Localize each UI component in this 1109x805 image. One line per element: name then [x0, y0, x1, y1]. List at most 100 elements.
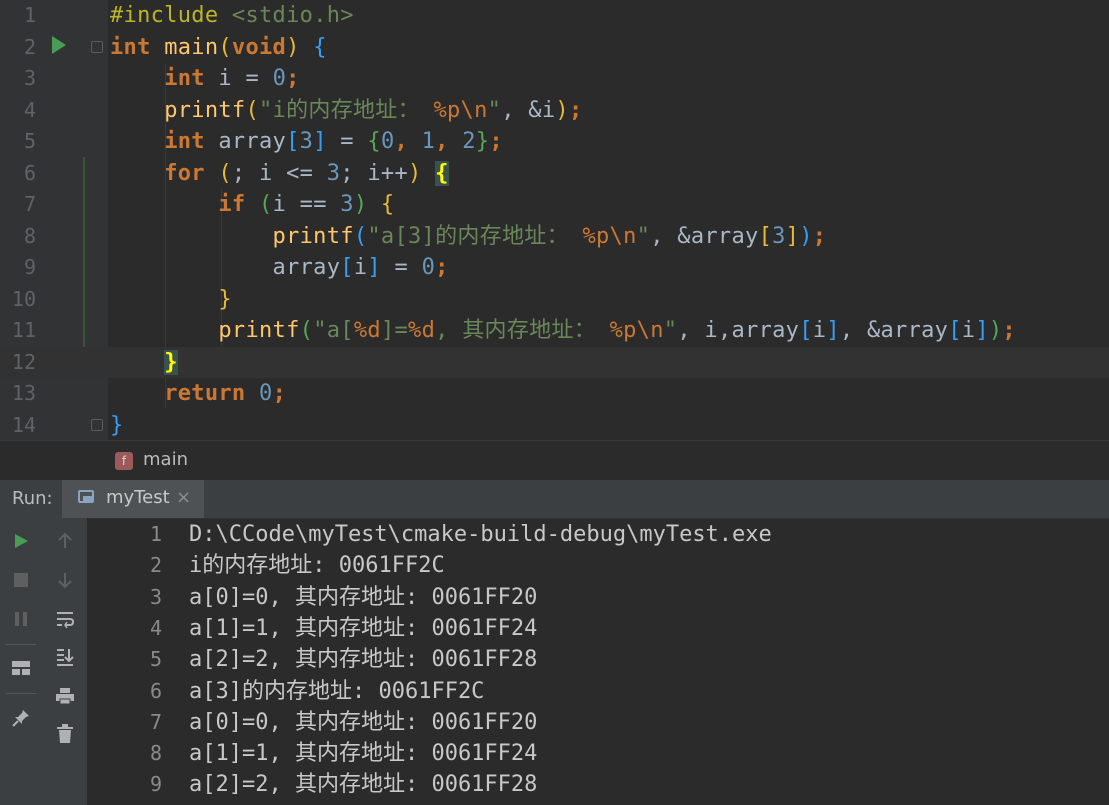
comma: , [394, 129, 422, 154]
code-text: i == [272, 192, 341, 217]
paren: ) [555, 97, 569, 123]
run-toolbar-secondary [43, 518, 88, 805]
number-literal: 1 [421, 129, 436, 154]
keyword: if [218, 192, 246, 217]
code-text: i [812, 318, 827, 343]
paren: ( [245, 192, 273, 217]
bracket: ] [367, 255, 381, 280]
trash-icon[interactable] [50, 719, 80, 749]
console-line: 4 a[1]=1, 其内存地址: 0061FF24 [88, 613, 1109, 644]
scroll-to-end-icon[interactable] [50, 642, 80, 672]
paren: ( [204, 160, 232, 186]
number-literal: 0 [259, 381, 273, 406]
console-line-text: a[0]=0, 其内存地址: 0061FF20 [189, 709, 538, 735]
bracket: [ [286, 129, 300, 154]
console-line-text: a[0]=0, 其内存地址: 0061FF20 [189, 584, 538, 610]
bracket: ] [826, 318, 840, 343]
code-text: = [326, 129, 368, 154]
function-icon: f [115, 452, 133, 470]
code-line: 6 for (; i <= 3; i++) { [0, 158, 1109, 190]
format-specifier: %p\n [419, 97, 488, 123]
code-line: 7 if (i == 3) { [0, 189, 1109, 221]
close-icon[interactable]: × [176, 487, 191, 508]
paren: ( [299, 318, 314, 343]
keyword: int [164, 129, 205, 154]
console-line-text: a[2]=2, 其内存地址: 0061FF28 [189, 772, 538, 798]
console-line-number: 2 [149, 553, 162, 578]
semicolon: ; [489, 129, 503, 154]
console-line-number: 7 [149, 709, 162, 734]
console-line: 9 a[2]=2, 其内存地址: 0061FF28 [88, 769, 1109, 800]
comma: , [435, 129, 463, 154]
console-line-text: a[3]的内存地址: 0061FF2C [189, 678, 485, 704]
layout-icon[interactable] [6, 653, 36, 683]
line-number: 2 [23, 34, 36, 59]
code-line: 14 } [0, 410, 1109, 442]
bracket: [ [948, 318, 962, 343]
print-icon[interactable] [50, 681, 80, 711]
keyword: for [164, 160, 205, 186]
paren: ( [218, 34, 232, 60]
line-number: 11 [11, 318, 36, 342]
tab-mytest[interactable]: myTest × [62, 480, 204, 518]
semicolon: ; [1002, 318, 1016, 343]
down-arrow-icon[interactable] [50, 565, 80, 595]
string-literal: 的内存地址： [286, 97, 420, 123]
code-line: 4 printf("i的内存地址： %p\n", &i); [0, 95, 1109, 127]
preprocessor-token: #include [110, 3, 219, 28]
format-specifier: %p\n [568, 223, 637, 249]
string-literal: " [487, 97, 502, 123]
console-line: 3 a[0]=0, 其内存地址: 0061FF20 [88, 582, 1109, 613]
format-specifier: %d [353, 318, 381, 343]
rerun-icon[interactable] [6, 526, 36, 556]
console-line-number: 8 [149, 741, 162, 766]
code-line: 1 #include <stdio.h> [0, 0, 1109, 32]
function-name: printf [164, 97, 246, 123]
code-line: 10 } [0, 284, 1109, 316]
soft-wrap-icon[interactable] [50, 604, 80, 634]
console-line: 2 i的内存地址: 0061FF2C [88, 550, 1109, 581]
line-number: 14 [11, 412, 36, 437]
number-literal: 2 [462, 129, 476, 154]
up-arrow-icon[interactable] [50, 526, 80, 556]
bracket: ] [975, 318, 989, 343]
function-name: main [164, 34, 219, 60]
semicolon: ; [568, 97, 583, 123]
brace: } [218, 286, 232, 312]
code-text: , i,array [677, 318, 800, 343]
string-literal: 的内存地址： [435, 223, 569, 249]
console-output[interactable]: 1 D:\CCode\myTest\cmake-build-debug\myTe… [88, 519, 1109, 805]
code-text: i = [204, 66, 273, 91]
paren: ( [353, 223, 368, 249]
code-line: 11 printf("a[%d]=%d, 其内存地址： %p\n", i,arr… [0, 315, 1109, 347]
keyword: int [110, 34, 151, 60]
line-number: 10 [11, 286, 36, 311]
line-number: 9 [23, 255, 36, 279]
stop-icon[interactable] [6, 565, 36, 595]
pause-icon[interactable] [6, 604, 36, 634]
semicolon: ; [286, 66, 300, 91]
keyword: return [164, 381, 246, 406]
breadcrumb-function-name[interactable]: main [143, 449, 188, 470]
paren: ) [408, 160, 422, 186]
paren: ) [353, 192, 368, 217]
pin-icon[interactable] [6, 703, 36, 733]
run-label: Run: [12, 488, 53, 509]
console-line-text: D:\CCode\myTest\cmake-build-debug\myTest… [189, 522, 772, 547]
number-literal: 3 [326, 160, 341, 186]
code-editor[interactable]: 1 #include <stdio.h> 2 int main(void) { … [0, 0, 1109, 440]
brace: { [367, 129, 381, 154]
console-line-number: 5 [149, 647, 162, 672]
code-line: 3 int i = 0; [0, 63, 1109, 95]
line-number: 7 [23, 192, 36, 216]
console-line-text: a[1]=1, 其内存地址: 0061FF24 [189, 615, 538, 641]
code-text: array [272, 255, 341, 280]
code-text: , &array [650, 223, 759, 249]
paren: ) [988, 318, 1003, 343]
console-line-text: a[1]=1, 其内存地址: 0061FF24 [189, 741, 538, 767]
line-number: 1 [23, 3, 36, 27]
matched-brace: } [164, 349, 178, 375]
breadcrumb: f main [0, 440, 1109, 481]
bracket: [ [799, 318, 813, 343]
code-text: ; i++ [340, 160, 409, 186]
